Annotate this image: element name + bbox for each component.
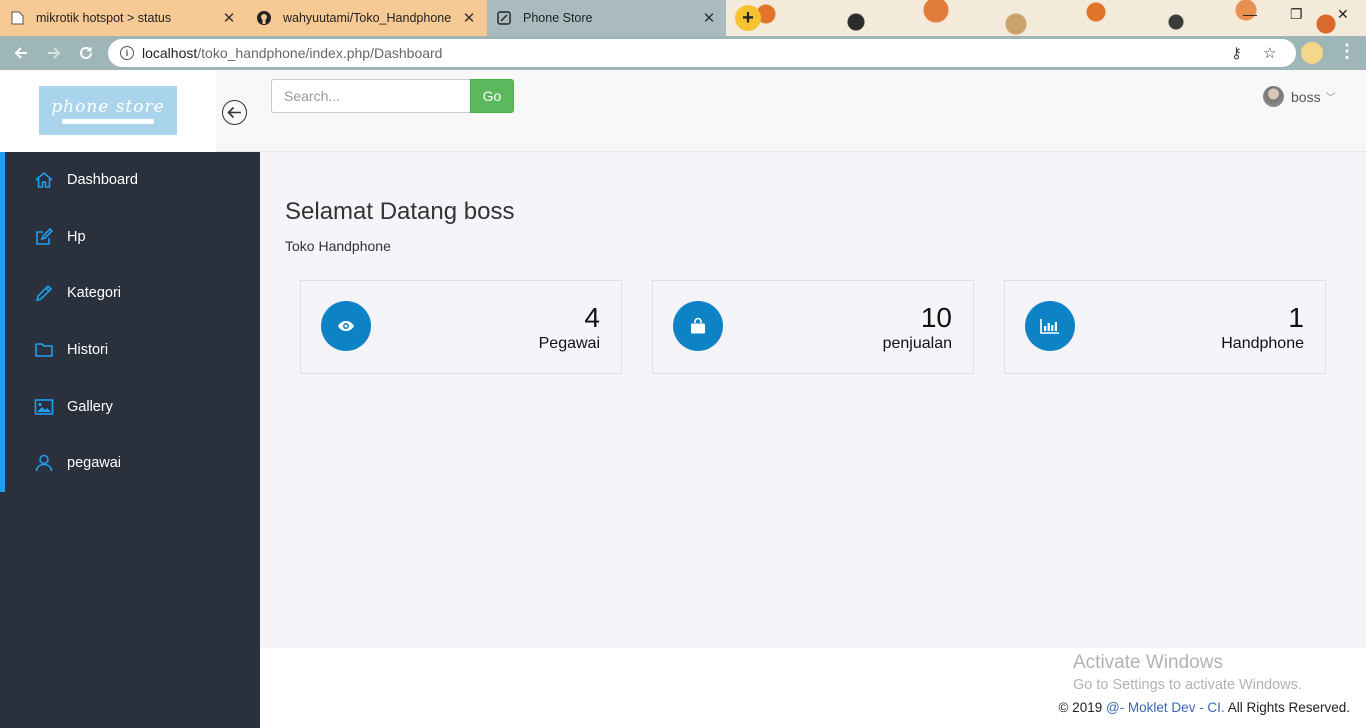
stat-card-pegawai: 4 Pegawai bbox=[300, 280, 622, 374]
main-content: Selamat Datang boss Toko Handphone 4 Peg… bbox=[260, 152, 1366, 648]
profile-avatar-icon[interactable] bbox=[1301, 42, 1323, 64]
new-tab-button[interactable]: + bbox=[735, 5, 761, 31]
reload-icon[interactable] bbox=[75, 42, 97, 64]
tab-close-icon[interactable]: ✕ bbox=[702, 9, 716, 27]
watermark-title: Activate Windows bbox=[1073, 652, 1223, 673]
url-text: localhost/toko_handphone/index.php/Dashb… bbox=[142, 45, 443, 61]
search-input[interactable] bbox=[271, 79, 471, 113]
key-icon[interactable]: ⚷ bbox=[1231, 44, 1242, 62]
logo-area: phone store bbox=[0, 70, 216, 152]
tab-title: wahyuutami/Toko_Handphone bbox=[283, 11, 452, 25]
sidebar-item-label: Kategori bbox=[67, 285, 122, 302]
browser-tab-bar: mikrotik hotspot > status ✕ wahyuutami/T… bbox=[0, 0, 1366, 36]
user-name: boss bbox=[1291, 88, 1321, 105]
browser-menu-icon[interactable]: ⋮ bbox=[1338, 41, 1356, 62]
tab-close-icon[interactable]: ✕ bbox=[462, 9, 476, 27]
phone-store-logo[interactable]: phone store bbox=[39, 86, 177, 135]
sidebar-item-dashboard[interactable]: Dashboard bbox=[5, 152, 260, 209]
sidebar-menu: Dashboard Hp Kategori Histori Gallery pe… bbox=[0, 152, 260, 492]
leaf-icon bbox=[497, 11, 511, 25]
bar-chart-icon bbox=[1025, 301, 1075, 351]
github-icon bbox=[257, 11, 271, 25]
browser-address-bar: i localhost/toko_handphone/index.php/Das… bbox=[0, 36, 1366, 70]
sidebar-item-gallery[interactable]: Gallery bbox=[5, 378, 260, 435]
logo-text: phone store bbox=[51, 97, 165, 117]
search-go-button[interactable]: Go bbox=[470, 79, 514, 113]
stat-card-penjualan: 10 penjualan bbox=[652, 280, 974, 374]
stat-card-handphone: 1 Handphone bbox=[1004, 280, 1326, 374]
sidebar-item-histori[interactable]: Histori bbox=[5, 322, 260, 379]
stat-value: 1 bbox=[1288, 302, 1304, 333]
page-title: Selamat Datang boss bbox=[285, 198, 515, 225]
folder-icon bbox=[33, 339, 55, 361]
stat-label: penjualan bbox=[882, 335, 952, 352]
browser-tab-mikrotik[interactable]: mikrotik hotspot > status ✕ bbox=[0, 0, 246, 36]
user-icon bbox=[33, 452, 55, 474]
restore-icon[interactable]: ❐ bbox=[1290, 6, 1303, 23]
shopping-bag-icon bbox=[673, 301, 723, 351]
home-icon bbox=[33, 169, 55, 191]
sidebar-item-pegawai[interactable]: pegawai bbox=[5, 435, 260, 492]
sidebar-item-label: Dashboard bbox=[67, 172, 138, 189]
close-window-icon[interactable]: ✕ bbox=[1337, 6, 1349, 23]
copyright-text: © 2019 @- Moklet Dev - CI. All Rights Re… bbox=[1058, 700, 1350, 715]
sidebar-item-label: Hp bbox=[67, 228, 86, 245]
edit-icon bbox=[33, 226, 55, 248]
sidebar-item-kategori[interactable]: Kategori bbox=[5, 265, 260, 322]
image-icon bbox=[33, 396, 55, 418]
site-info-icon[interactable]: i bbox=[120, 46, 134, 60]
sidebar-item-label: Gallery bbox=[67, 398, 113, 415]
pencil-icon bbox=[33, 282, 55, 304]
browser-theme-decoration bbox=[726, 0, 1366, 36]
url-field[interactable]: i localhost/toko_handphone/index.php/Das… bbox=[108, 39, 1296, 67]
page-icon bbox=[10, 11, 24, 25]
browser-tab-github[interactable]: wahyuutami/Toko_Handphone ✕ bbox=[247, 0, 486, 36]
app-header: phone store Go boss ﹀ bbox=[0, 70, 1366, 152]
stat-value: 10 bbox=[920, 302, 952, 333]
watermark-hint: Go to Settings to activate Windows. bbox=[1073, 677, 1302, 693]
tab-close-icon[interactable]: ✕ bbox=[222, 9, 236, 27]
sidebar-toggle-back-icon[interactable] bbox=[222, 100, 247, 125]
page-subtitle: Toko Handphone bbox=[285, 238, 391, 254]
copyright-prefix: © 2019 bbox=[1058, 700, 1106, 715]
browser-tab-phone-store[interactable]: Phone Store ✕ bbox=[487, 0, 726, 36]
tab-title: Phone Store bbox=[523, 11, 593, 25]
copyright-link[interactable]: @- Moklet Dev - CI. bbox=[1106, 700, 1225, 715]
stat-value: 4 bbox=[584, 302, 600, 333]
stat-label: Handphone bbox=[1221, 335, 1304, 352]
eye-icon bbox=[321, 301, 371, 351]
stat-label: Pegawai bbox=[538, 335, 600, 352]
logo-underline bbox=[62, 119, 154, 124]
minimize-icon[interactable]: — bbox=[1243, 6, 1257, 22]
tab-title: mikrotik hotspot > status bbox=[36, 11, 172, 25]
sidebar-item-label: pegawai bbox=[67, 455, 122, 472]
forward-arrow-icon[interactable] bbox=[43, 42, 65, 64]
windows-activation-watermark: Activate Windows Go to Settings to activ… bbox=[1073, 652, 1302, 693]
sidebar: Dashboard Hp Kategori Histori Gallery pe… bbox=[0, 152, 260, 728]
sidebar-item-label: Histori bbox=[67, 342, 109, 359]
user-avatar bbox=[1263, 86, 1284, 107]
chevron-down-icon: ﹀ bbox=[1325, 93, 1336, 104]
bookmark-star-icon[interactable]: ☆ bbox=[1263, 44, 1276, 62]
copyright-suffix: All Rights Reserved. bbox=[1224, 700, 1350, 715]
footer: Activate Windows Go to Settings to activ… bbox=[260, 648, 1366, 728]
back-arrow-icon[interactable] bbox=[10, 42, 32, 64]
sidebar-item-hp[interactable]: Hp bbox=[5, 209, 260, 266]
user-menu[interactable]: boss ﹀ bbox=[1263, 86, 1336, 107]
